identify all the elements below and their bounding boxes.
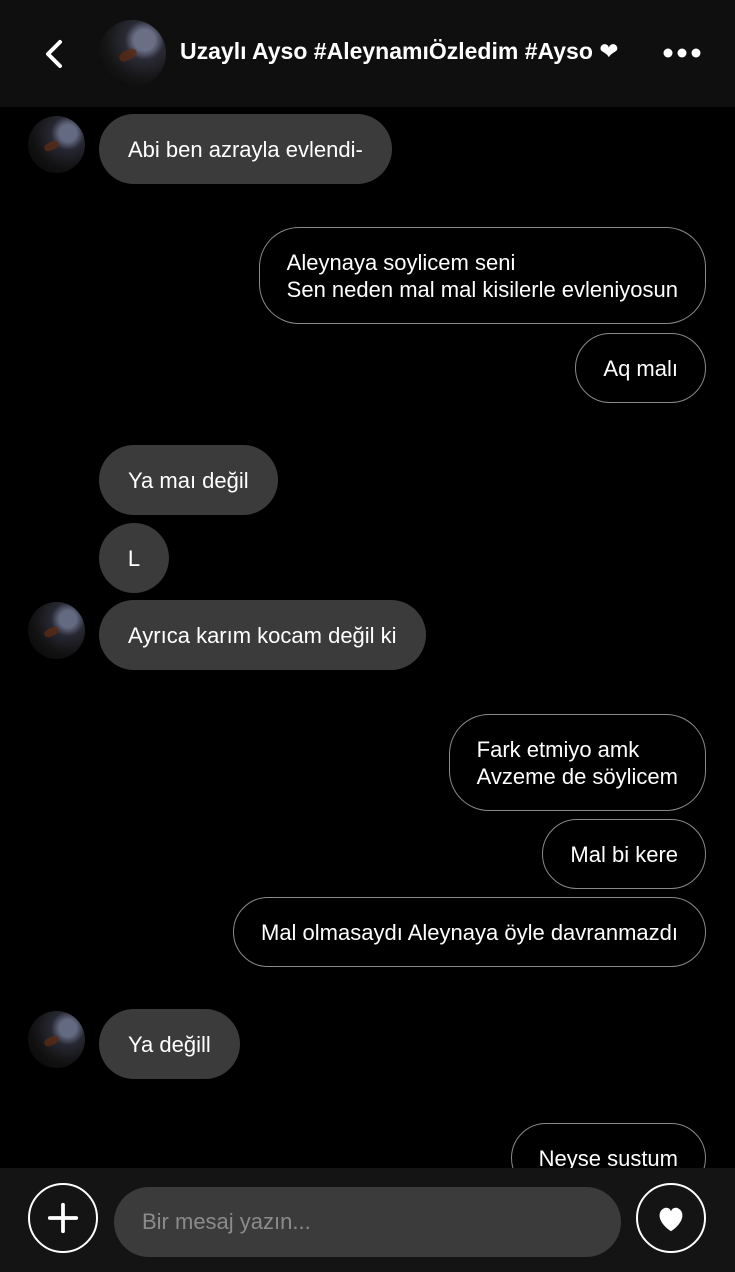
outgoing-message[interactable]: Aq malı <box>575 333 706 403</box>
sender-avatar[interactable] <box>28 1011 85 1068</box>
contact-avatar[interactable] <box>99 20 166 87</box>
incoming-message[interactable]: Abi ben azrayla evlendi- <box>99 114 392 184</box>
outgoing-message[interactable]: Neyse sustum <box>510 1123 706 1168</box>
heart-icon[interactable] <box>636 1183 706 1253</box>
outgoing-message[interactable]: Fark etmiyo amk Avzeme de söylicem <box>448 714 706 811</box>
message-list[interactable]: Abi ben azrayla evlendi- Aleynaya soylic… <box>0 107 735 1168</box>
sender-avatar[interactable] <box>28 116 85 173</box>
composer-bar <box>0 1168 735 1272</box>
message-input[interactable] <box>114 1187 621 1257</box>
outgoing-message[interactable]: Aleynaya soylicem seni Sen neden mal mal… <box>258 227 706 324</box>
incoming-message[interactable]: L <box>99 523 169 593</box>
chevron-left-icon[interactable] <box>40 36 72 72</box>
more-horizontal-icon[interactable] <box>662 42 702 64</box>
plus-icon[interactable] <box>28 1183 98 1253</box>
chat-title[interactable]: Uzaylı Ayso #AleynamıÖzledim #Ayso ❤ <box>180 38 640 70</box>
chat-header: Uzaylı Ayso #AleynamıÖzledim #Ayso ❤ <box>0 0 735 107</box>
outgoing-message[interactable]: Mal olmasaydı Aleynaya öyle davranmazdı <box>233 897 706 967</box>
incoming-message[interactable]: Ayrıca karım kocam değil ki <box>99 600 426 670</box>
incoming-message[interactable]: Ya maı değil <box>99 445 278 515</box>
sender-avatar[interactable] <box>28 602 85 659</box>
incoming-message[interactable]: Ya değill <box>99 1009 240 1079</box>
outgoing-message[interactable]: Mal bi kere <box>542 819 706 889</box>
